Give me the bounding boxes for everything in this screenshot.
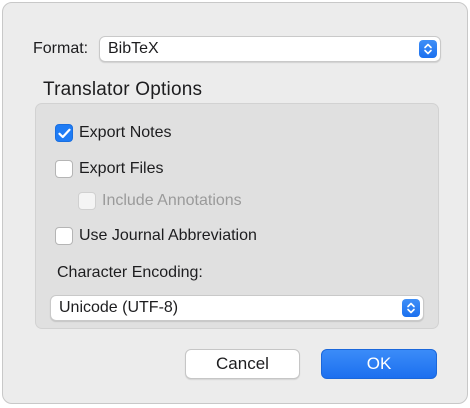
checkmark-icon (57, 128, 71, 138)
character-encoding-popup[interactable]: Unicode (UTF-8) (50, 295, 424, 321)
journal-abbreviation-label: Use Journal Abbreviation (79, 227, 257, 244)
export-files-label: Export Files (79, 160, 164, 177)
journal-abbreviation-checkbox[interactable] (55, 227, 73, 245)
export-notes-label: Export Notes (79, 124, 172, 141)
format-row: Format: BibTeX (33, 36, 441, 62)
updown-chevron-icon (402, 299, 420, 317)
export-dialog: Format: BibTeX Translator Options Export… (2, 2, 468, 404)
export-files-option[interactable]: Export Files (55, 160, 163, 178)
format-popup[interactable]: BibTeX (99, 36, 441, 62)
translator-options-group: Export Notes Export Files Include Annota… (35, 103, 439, 329)
journal-abbreviation-option[interactable]: Use Journal Abbreviation (55, 227, 257, 245)
ok-button[interactable]: OK (321, 349, 437, 379)
export-notes-option[interactable]: Export Notes (55, 124, 171, 142)
export-notes-checkbox[interactable] (55, 124, 73, 142)
format-label: Format: (33, 40, 89, 57)
include-annotations-option: Include Annotations (78, 192, 242, 210)
encoding-selected-value: Unicode (UTF-8) (59, 299, 179, 316)
translator-options-title: Translator Options (43, 79, 203, 100)
include-annotations-checkbox (78, 192, 96, 210)
format-selected-value: BibTeX (108, 40, 159, 57)
export-files-checkbox[interactable] (55, 160, 73, 178)
character-encoding-label: Character Encoding: (57, 264, 203, 281)
updown-chevron-icon (419, 40, 437, 58)
cancel-button[interactable]: Cancel (185, 349, 300, 379)
include-annotations-label: Include Annotations (102, 192, 242, 209)
